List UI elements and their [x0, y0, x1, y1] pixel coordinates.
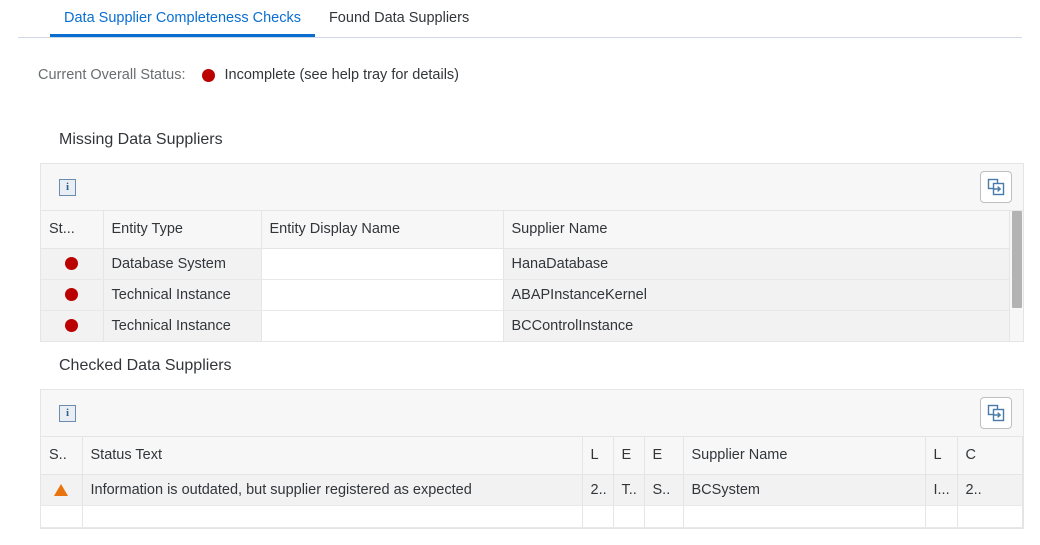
missing-table-scroll-area: St... Entity Type Entity Display Name Su… [41, 211, 1023, 341]
cell-status [41, 474, 83, 506]
export-icon[interactable] [980, 397, 1012, 429]
tab-label: Found Data Suppliers [328, 10, 470, 26]
cell-supplier-name [683, 505, 926, 528]
tab-data-supplier-completeness-checks[interactable]: Data Supplier Completeness Checks [50, 0, 315, 37]
column-header-e1[interactable]: E [613, 437, 645, 475]
cell-status [41, 505, 83, 528]
cell-entity-display-name [261, 279, 504, 311]
missing-data-suppliers-title: Missing Data Suppliers [59, 131, 223, 148]
info-icon-glyph: i [59, 178, 76, 196]
cell-l1: 2.. [582, 474, 614, 506]
table-header-row: S.. Status Text L E E Supplier Name L C [41, 437, 1023, 475]
table-row[interactable]: Technical Instance ABAPInstanceKernel [41, 279, 1023, 311]
cell-supplier-name: BCControlInstance [503, 310, 1023, 341]
cell-e2: S.. [644, 474, 684, 506]
column-header-l1[interactable]: L [582, 437, 614, 475]
column-header-status[interactable]: St... [41, 211, 104, 249]
column-header-c[interactable]: C [957, 437, 1023, 475]
cell-e1: T.. [613, 474, 645, 506]
status-dot-error-icon [65, 319, 79, 333]
cell-entity-display-name [261, 310, 504, 341]
column-header-entity-display-name[interactable]: Entity Display Name [261, 211, 504, 249]
tab-bar-divider [18, 37, 1022, 38]
column-header-status[interactable]: S.. [41, 437, 83, 475]
checked-data-suppliers-table: S.. Status Text L E E Supplier Name L C … [41, 437, 1023, 528]
table-row[interactable] [41, 505, 1023, 528]
checked-data-suppliers-title: Checked Data Suppliers [59, 357, 232, 374]
status-dot-error-icon [65, 257, 79, 271]
cell-l2: I... [925, 474, 958, 506]
status-dot-error-icon [65, 288, 79, 302]
overall-status-value: Incomplete (see help tray for details) [224, 67, 460, 83]
missing-data-suppliers-table: St... Entity Type Entity Display Name Su… [41, 211, 1023, 341]
column-header-l2[interactable]: L [925, 437, 958, 475]
column-header-supplier-name[interactable]: Supplier Name [683, 437, 926, 475]
cell-c: 2.. [957, 474, 1023, 506]
cell-entity-display-name [261, 248, 504, 280]
table-header-row: St... Entity Type Entity Display Name Su… [41, 211, 1023, 249]
scrollbar-thumb[interactable] [1012, 211, 1022, 308]
column-header-supplier-name[interactable]: Supplier Name [503, 211, 1023, 249]
overall-status-label: Current Overall Status: [38, 67, 186, 83]
column-header-entity-type[interactable]: Entity Type [103, 211, 262, 249]
export-icon-glyph [987, 404, 1005, 422]
checked-data-suppliers-panel: i S.. Status Text L E E Supplier Name L … [40, 389, 1024, 529]
missing-table-toolbar: i [41, 164, 1023, 211]
cell-status [41, 248, 104, 280]
column-header-e2[interactable]: E [644, 437, 684, 475]
checked-table-toolbar: i [41, 390, 1023, 437]
tab-label: Data Supplier Completeness Checks [64, 10, 301, 26]
info-icon-glyph: i [59, 404, 76, 422]
cell-e1 [613, 505, 645, 528]
cell-status [41, 279, 104, 311]
missing-data-suppliers-panel: i St... Entity Type Entity Display Name … [40, 163, 1024, 342]
cell-entity-type: Technical Instance [103, 310, 262, 341]
cell-status [41, 310, 104, 341]
cell-l2 [925, 505, 958, 528]
cell-supplier-name: ABAPInstanceKernel [503, 279, 1023, 311]
info-icon[interactable]: i [53, 173, 82, 202]
tab-bar: Data Supplier Completeness Checks Found … [0, 0, 1040, 38]
overall-status-line: Current Overall Status: Incomplete (see … [0, 38, 1040, 83]
export-icon-glyph [987, 178, 1005, 196]
table-row[interactable]: Database System HanaDatabase [41, 248, 1023, 280]
cell-supplier-name: HanaDatabase [503, 248, 1023, 280]
checked-table-scroll-area: S.. Status Text L E E Supplier Name L C … [41, 437, 1023, 528]
info-icon[interactable]: i [53, 399, 82, 428]
table-row[interactable]: Information is outdated, but supplier re… [41, 474, 1023, 506]
cell-e2 [644, 505, 684, 528]
cell-supplier-name: BCSystem [683, 474, 926, 506]
cell-status-text [82, 505, 583, 528]
export-icon[interactable] [980, 171, 1012, 203]
column-header-status-text[interactable]: Status Text [82, 437, 583, 475]
tab-found-data-suppliers[interactable]: Found Data Suppliers [315, 0, 483, 36]
cell-entity-type: Technical Instance [103, 279, 262, 311]
missing-table-scrollbar[interactable] [1009, 211, 1023, 341]
cell-status-text: Information is outdated, but supplier re… [82, 474, 583, 506]
status-warning-triangle-icon [54, 483, 69, 496]
cell-entity-type: Database System [103, 248, 262, 280]
status-dot-error-icon [202, 68, 216, 82]
cell-l1 [582, 505, 614, 528]
table-row[interactable]: Technical Instance BCControlInstance [41, 310, 1023, 341]
cell-c [957, 505, 1023, 528]
